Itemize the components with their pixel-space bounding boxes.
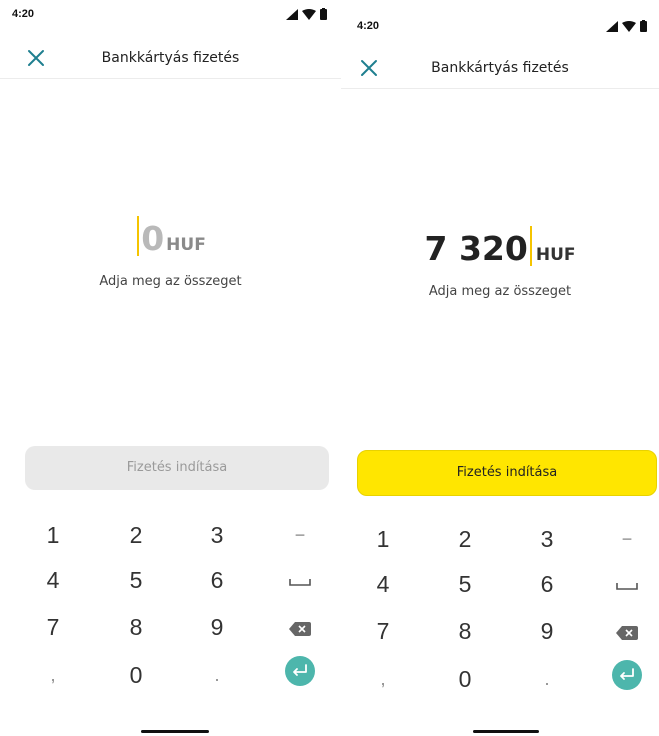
status-time: 4:20 — [12, 8, 35, 20]
backspace-icon — [616, 625, 638, 640]
key-minus[interactable]: − — [597, 519, 657, 559]
key-0[interactable]: 0 — [435, 659, 495, 699]
key-2[interactable]: 2 — [106, 515, 166, 555]
key-dot[interactable]: . — [187, 655, 247, 695]
key-comma[interactable]: , — [353, 659, 413, 699]
key-8[interactable]: 8 — [435, 611, 495, 651]
left-screen: 4:20 Bankkártyás fizetés 0 HUF Adja meg a… — [0, 0, 341, 736]
page-title: Bankkártyás fizetés — [431, 60, 569, 76]
key-3[interactable]: 3 — [517, 519, 577, 559]
currency-label: HUF — [166, 235, 206, 255]
key-5[interactable]: 5 — [106, 560, 166, 600]
space-icon — [616, 582, 638, 590]
numeric-keypad: 1 2 3 − 4 5 6 7 8 9 , 0 . — [341, 519, 659, 699]
key-2[interactable]: 2 — [435, 519, 495, 559]
text-caret — [137, 216, 140, 256]
key-3[interactable]: 3 — [187, 515, 247, 555]
key-enter[interactable] — [270, 649, 330, 689]
key-space[interactable] — [270, 560, 330, 600]
key-9[interactable]: 9 — [187, 607, 247, 647]
amount-value: 7 320 — [424, 229, 528, 268]
page-title: Bankkártyás fizetés — [101, 50, 240, 66]
currency-label: HUF — [535, 245, 576, 265]
wifi-icon — [622, 20, 636, 32]
wifi-icon — [302, 8, 316, 20]
key-backspace[interactable] — [597, 611, 657, 651]
key-4[interactable]: 4 — [23, 560, 83, 600]
key-8[interactable]: 8 — [106, 607, 166, 647]
enter-icon — [285, 655, 315, 686]
status-bar: 4:20 — [341, 14, 659, 38]
key-5[interactable]: 5 — [435, 564, 495, 604]
key-0[interactable]: 0 — [106, 655, 166, 695]
key-backspace[interactable] — [270, 607, 330, 647]
signal-icon — [286, 8, 298, 20]
key-4[interactable]: 4 — [353, 564, 413, 604]
backspace-icon — [289, 621, 311, 636]
amount-hint: Adja meg az összeget — [99, 274, 242, 289]
key-1[interactable]: 1 — [23, 515, 83, 555]
numeric-keypad: 1 2 3 − 4 5 6 7 8 9 , 0 . — [0, 515, 341, 695]
app-bar: Bankkártyás fizetés — [341, 48, 659, 89]
status-time: 4:20 — [357, 20, 380, 32]
signal-icon — [606, 20, 618, 32]
key-enter[interactable] — [597, 653, 657, 693]
system-icons — [606, 20, 647, 32]
key-7[interactable]: 7 — [23, 607, 83, 647]
amount-hint: Adja meg az összeget — [428, 284, 572, 299]
key-space[interactable] — [597, 564, 657, 604]
enter-icon — [612, 659, 642, 690]
start-payment-button[interactable]: Fizetés indítása — [25, 446, 329, 490]
key-7[interactable]: 7 — [353, 611, 413, 651]
key-1[interactable]: 1 — [353, 519, 413, 559]
start-payment-button[interactable]: Fizetés indítása — [357, 450, 657, 496]
key-9[interactable]: 9 — [517, 611, 577, 651]
gesture-nav-bar[interactable] — [141, 730, 209, 733]
amount-display[interactable]: 0 HUF — [0, 216, 341, 258]
text-caret — [529, 226, 532, 266]
battery-icon — [640, 20, 647, 32]
key-6[interactable]: 6 — [517, 564, 577, 604]
amount-value: 0 — [141, 219, 165, 258]
battery-icon — [320, 8, 327, 20]
space-icon — [289, 578, 311, 586]
key-dot[interactable]: . — [517, 659, 577, 699]
right-screen: 4:20 Bankkártyás fizetés 7 320 HUF Adja m… — [341, 0, 659, 736]
key-6[interactable]: 6 — [187, 560, 247, 600]
gesture-nav-bar[interactable] — [473, 730, 539, 733]
status-bar: 4:20 — [0, 2, 341, 26]
app-bar: Bankkártyás fizetés — [0, 38, 341, 79]
amount-display[interactable]: 7 320 HUF — [341, 226, 659, 268]
key-minus[interactable]: − — [270, 515, 330, 555]
system-icons — [286, 8, 327, 20]
key-comma[interactable]: , — [23, 655, 83, 695]
